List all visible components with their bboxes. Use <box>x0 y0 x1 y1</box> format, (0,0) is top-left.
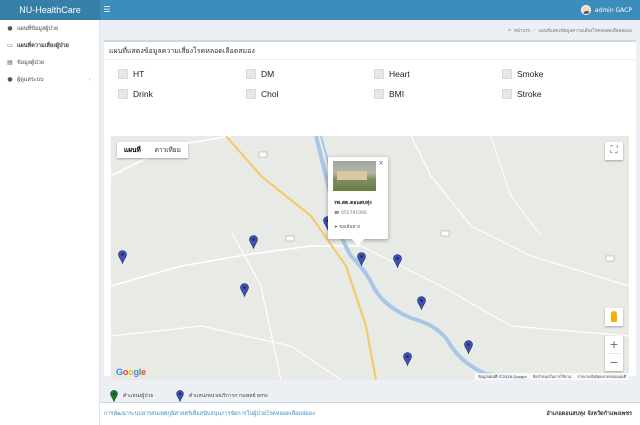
map-marker-icon: ● <box>7 25 13 32</box>
facility-marker[interactable] <box>249 235 258 249</box>
zoom-in-button[interactable]: + <box>605 336 623 353</box>
sidebar-item-risk-map[interactable]: ▭ แผนที่ความเสี่ยงผู้ป่วย <box>0 37 99 54</box>
avatar <box>580 5 591 15</box>
sidebar-item-patients[interactable]: ▤ ข้อมูลผู้ป่วย <box>0 54 99 71</box>
main-content: ⌂ หน้าแรก › แผนที่แสดงข้อมูลความเสี่ยงโร… <box>100 20 640 425</box>
sidebar-item-label: ข้อมูลผู้ป่วย <box>17 59 45 66</box>
sidebar-item-label: แผนที่ข้อมูลผู้ป่วย <box>17 25 59 32</box>
facility-marker[interactable] <box>118 250 127 264</box>
facility-phone: ☎ 055791006 <box>334 211 367 216</box>
checkbox[interactable] <box>374 69 384 79</box>
hamburger-icon[interactable]: ☰ <box>100 0 114 20</box>
zoom-control: + − <box>605 336 623 371</box>
google-map[interactable]: แผนที่ ดาวเทียม ⛶ + − Google ข้อมูลแผนที… <box>111 136 629 380</box>
map-panel: แผนที่แสดงข้อมูลความเสี่ยงโรคหลอดเลือดสม… <box>104 40 636 402</box>
sidebar-item-label: แผนที่ความเสี่ยงผู้ป่วย <box>17 42 69 49</box>
sidebar-item-patient-map[interactable]: ● แผนที่ข้อมูลผู้ป่วย <box>0 20 99 37</box>
breadcrumb-current: แผนที่แสดงข้อมูลความเสี่ยงโรคหลอดเลือดสม… <box>538 29 632 34</box>
sidebar-item-admin[interactable]: ● ผู้ดูแลระบบ ‹ <box>0 71 99 88</box>
footer: การพัฒนาระบบสารสนเทศภูมิศาสตร์เพื่อสนับส… <box>100 402 640 425</box>
sidebar-item-label: ผู้ดูแลระบบ <box>17 76 44 83</box>
legend-item-facility: ตำแหน่งหน่วยบริการการแพทย์ ems <box>176 390 268 402</box>
facility-photo <box>333 161 376 191</box>
zoom-out-button[interactable]: − <box>605 354 623 371</box>
google-logo: Google <box>116 367 146 377</box>
facility-marker[interactable] <box>403 352 412 366</box>
map-type-control: แผนที่ ดาวเทียม <box>117 142 188 158</box>
map-icon: ▭ <box>7 42 13 49</box>
checkbox[interactable] <box>502 89 512 99</box>
user-name: admin GACP <box>594 6 632 14</box>
chevron-left-icon: ‹ <box>88 76 91 83</box>
user-menu[interactable]: admin GACP <box>580 0 632 20</box>
map-attribution: ข้อมูลแผนที่ ©2018 Google ข้อกำหนดในการใ… <box>474 373 629 380</box>
legend-item-patient: ตำแหน่งผู้ป่วย <box>110 390 153 402</box>
checkbox[interactable] <box>118 89 128 99</box>
checkbox[interactable] <box>502 69 512 79</box>
panel-title: แผนที่แสดงข้อมูลความเสี่ยงโรคหลอดเลือดสม… <box>109 47 255 55</box>
tab-satellite[interactable]: ดาวเทียม <box>148 142 188 158</box>
tab-map[interactable]: แผนที่ <box>117 142 148 158</box>
close-icon[interactable]: × <box>378 159 384 167</box>
filter-dm[interactable]: DM <box>246 69 274 79</box>
green-marker-icon <box>110 390 118 402</box>
filter-heart[interactable]: Heart <box>374 69 410 79</box>
checkbox[interactable] <box>374 89 384 99</box>
filter-smoke[interactable]: Smoke <box>502 69 543 79</box>
footer-project-title[interactable]: การพัฒนาระบบสารสนเทศภูมิศาสตร์เพื่อสนับส… <box>104 410 315 418</box>
facility-marker-selected[interactable] <box>357 252 366 266</box>
filter-bmi[interactable]: BMI <box>374 89 404 99</box>
app-logo[interactable]: NU-HealthCare <box>0 0 100 20</box>
sidebar: ● แผนที่ข้อมูลผู้ป่วย ▭ แผนที่ความเสี่ยง… <box>0 20 100 425</box>
home-icon: ⌂ <box>507 28 511 33</box>
risk-filters: HT DM Heart Smoke Drink Chol BMI Stroke <box>118 69 618 109</box>
facility-marker[interactable] <box>393 254 402 268</box>
marker-infowindow: × รพ.สต.ดอนสบทุ่ง ☎ 055791006 ➤ ขอเส้นทา… <box>328 157 388 246</box>
breadcrumb-home[interactable]: หน้าแรก <box>514 27 531 34</box>
user-icon: ● <box>7 76 13 83</box>
checkbox[interactable] <box>246 69 256 79</box>
filter-drink[interactable]: Drink <box>118 89 153 99</box>
street-view-pegman-icon[interactable] <box>605 308 623 326</box>
filter-ht[interactable]: HT <box>118 69 144 79</box>
checkbox[interactable] <box>246 89 256 99</box>
directions-link[interactable]: ➤ ขอเส้นทาง <box>334 223 360 230</box>
facility-marker[interactable] <box>417 296 426 310</box>
checkbox[interactable] <box>118 69 128 79</box>
footer-location: อำเภอดอนสบทุ่ง จังหวัดกำแพงเพชร <box>546 411 632 417</box>
filter-stroke[interactable]: Stroke <box>502 89 542 99</box>
facility-marker[interactable] <box>464 340 473 354</box>
fullscreen-icon[interactable]: ⛶ <box>605 142 623 160</box>
blue-marker-icon <box>176 390 184 402</box>
facility-marker[interactable] <box>240 283 249 297</box>
top-navbar: NU-HealthCare ☰ admin GACP <box>0 0 640 20</box>
table-icon: ▤ <box>7 59 13 66</box>
filter-chol[interactable]: Chol <box>246 89 278 99</box>
breadcrumb: ⌂ หน้าแรก › แผนที่แสดงข้อมูลความเสี่ยงโร… <box>507 27 632 34</box>
facility-name: รพ.สต.ดอนสบทุ่ง <box>334 200 372 206</box>
